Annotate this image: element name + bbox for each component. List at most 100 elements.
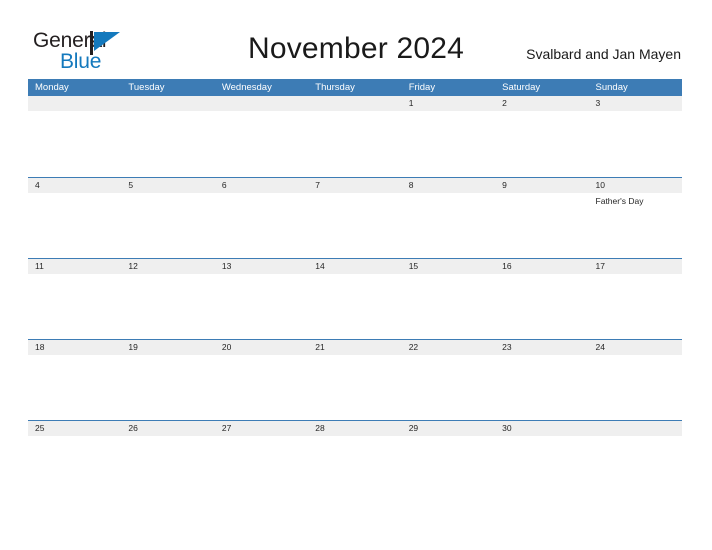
day-cell[interactable]: 12 (121, 259, 214, 274)
day-events[interactable] (215, 274, 308, 339)
weekday-header-thursday: Thursday (315, 82, 355, 93)
day-cell[interactable]: 10 (589, 178, 682, 193)
day-events[interactable] (28, 355, 121, 420)
day-number: 3 (595, 98, 601, 108)
day-cell[interactable]: 22 (402, 340, 495, 355)
weekday-header-friday: Friday (408, 82, 436, 93)
calendar-week-row: 11 12 13 14 15 16 17 (28, 258, 682, 339)
calendar-page: General Blue November 2024 Svalbard and … (0, 0, 712, 550)
day-number: 15 (408, 261, 419, 271)
day-cell[interactable]: 25 (28, 421, 121, 436)
day-number: 5 (128, 180, 134, 190)
day-cell[interactable]: 1 (402, 96, 495, 111)
day-events[interactable] (121, 193, 214, 258)
day-cell[interactable]: 28 (308, 421, 401, 436)
day-cell[interactable]: 14 (308, 259, 401, 274)
day-events[interactable] (215, 355, 308, 420)
day-cell-empty (28, 96, 121, 111)
day-events[interactable] (402, 355, 495, 420)
day-cell[interactable]: 7 (308, 178, 401, 193)
event-area-row: Father's Day (28, 193, 682, 258)
day-events[interactable] (215, 436, 308, 501)
day-cell[interactable]: 26 (121, 421, 214, 436)
day-number: 25 (35, 423, 45, 433)
day-cell[interactable]: 27 (215, 421, 308, 436)
day-events[interactable] (308, 193, 401, 258)
day-events[interactable] (28, 436, 121, 501)
day-cell[interactable]: 29 (402, 421, 495, 436)
day-cell[interactable]: 20 (215, 340, 308, 355)
day-number (128, 96, 214, 111)
day-events[interactable] (402, 274, 495, 339)
day-cell[interactable]: 3 (589, 96, 682, 111)
day-number: 26 (128, 423, 138, 433)
day-events[interactable] (215, 193, 308, 258)
day-number (596, 421, 682, 436)
day-number: 1 (408, 98, 414, 108)
weekday-header-tuesday: Tuesday (128, 82, 165, 93)
day-events[interactable] (121, 436, 214, 501)
day-number: 6 (221, 180, 227, 190)
page-header: General Blue November 2024 Svalbard and … (0, 0, 712, 80)
day-cell[interactable]: 9 (495, 178, 588, 193)
day-events[interactable] (28, 274, 121, 339)
day-events (121, 111, 214, 176)
day-events[interactable] (308, 436, 401, 501)
calendar-grid: Monday Tuesday Wednesday Thursday Friday… (28, 79, 682, 501)
day-events[interactable] (121, 355, 214, 420)
day-events[interactable] (308, 274, 401, 339)
day-cell[interactable]: 15 (402, 259, 495, 274)
day-cell[interactable]: 4 (28, 178, 121, 193)
day-number (222, 96, 308, 111)
day-events[interactable] (495, 111, 588, 176)
date-number-band: 11 12 13 14 15 16 17 (28, 259, 682, 274)
day-cell[interactable]: 8 (402, 178, 495, 193)
day-cell[interactable]: 13 (215, 259, 308, 274)
day-events[interactable]: Father's Day (589, 193, 682, 258)
day-cell[interactable]: 5 (121, 178, 214, 193)
day-events[interactable] (495, 355, 588, 420)
day-number: 22 (408, 342, 419, 352)
day-cell[interactable]: 16 (495, 259, 588, 274)
day-cell[interactable]: 19 (121, 340, 214, 355)
day-events[interactable] (308, 355, 401, 420)
day-cell[interactable]: 6 (215, 178, 308, 193)
event-area-row (28, 355, 682, 420)
day-cell[interactable]: 18 (28, 340, 121, 355)
day-cell[interactable]: 21 (308, 340, 401, 355)
day-number (35, 96, 121, 111)
day-events[interactable] (589, 355, 682, 420)
day-number: 12 (128, 261, 138, 271)
day-number: 10 (595, 180, 605, 190)
event-area-row (28, 436, 682, 501)
day-number: 9 (502, 180, 507, 190)
day-events[interactable] (402, 111, 495, 176)
day-cell[interactable]: 24 (589, 340, 682, 355)
day-cell[interactable]: 23 (495, 340, 588, 355)
day-events[interactable] (495, 193, 588, 258)
day-number: 28 (315, 423, 325, 433)
day-events[interactable] (495, 274, 588, 339)
day-events[interactable] (402, 436, 495, 501)
day-number: 7 (315, 180, 320, 190)
region-label: Svalbard and Jan Mayen (526, 46, 681, 62)
day-number: 11 (35, 261, 44, 271)
day-cell[interactable]: 11 (28, 259, 121, 274)
day-events[interactable] (402, 193, 495, 258)
day-events (28, 111, 121, 176)
day-events[interactable] (589, 274, 682, 339)
day-cell-empty (121, 96, 214, 111)
day-number: 23 (502, 342, 512, 352)
day-cell[interactable]: 30 (495, 421, 588, 436)
day-events[interactable] (495, 436, 588, 501)
day-cell-empty (308, 96, 401, 111)
day-events[interactable] (28, 193, 121, 258)
day-number: 18 (35, 342, 45, 352)
day-cell[interactable]: 17 (589, 259, 682, 274)
day-events[interactable] (121, 274, 214, 339)
day-events (589, 436, 682, 501)
calendar-week-row: 1 2 3 (28, 96, 682, 177)
day-cell[interactable]: 2 (495, 96, 588, 111)
day-events[interactable] (589, 111, 682, 176)
weekday-header-sunday: Sunday (595, 82, 628, 93)
